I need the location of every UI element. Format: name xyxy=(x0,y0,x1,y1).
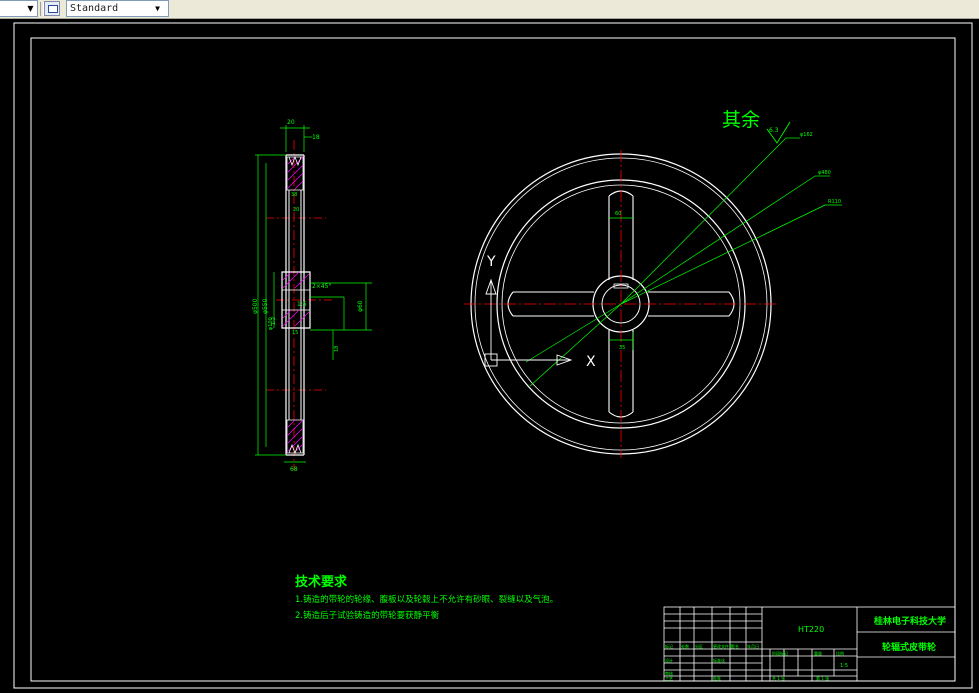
tb-date: 年月日 xyxy=(747,643,759,649)
tb-sheet-no: 第 1 张 xyxy=(816,675,829,681)
tb-weight: 重量 xyxy=(814,650,822,656)
text-style-icon[interactable] xyxy=(44,1,60,16)
dim-inner-width: 20 xyxy=(293,207,299,213)
ucs-x-label: X xyxy=(586,354,596,370)
dim-diameter-1: φ500 xyxy=(252,298,259,314)
dim-groove: 38 xyxy=(291,192,297,198)
section-view xyxy=(255,125,372,470)
tb-scale: 1:5 xyxy=(840,663,848,669)
dim-hub-dia: φ100 xyxy=(268,317,274,330)
section-dimension-text: 20 18 38 20 2×45° 1:5 1:2 15 φ60 18 φ500… xyxy=(252,119,364,473)
dim-bottom-width: 68 xyxy=(290,466,298,473)
tb-count: 处数 xyxy=(681,643,689,649)
tech-req-item-2: 2.铸造后子试验铸造的带轮要获静平衡 xyxy=(295,611,440,621)
material-label: HT220 xyxy=(798,625,824,634)
toolbar: ▼ Standard ▼ xyxy=(0,0,979,19)
hub-small-label: 35 xyxy=(619,345,625,351)
inner-frame xyxy=(30,37,956,682)
leader-label-1: φ162 xyxy=(800,132,813,138)
ucs-y-label: Y xyxy=(486,254,496,270)
dim-key-width: 18 xyxy=(334,346,340,352)
layer-dropdown[interactable]: ▼ xyxy=(0,0,38,17)
tb-zone: 分区 xyxy=(695,643,703,649)
roughness-label: 其余 xyxy=(722,109,760,131)
tb-mark: 标记 xyxy=(665,643,673,649)
dim-web-thickness: 15 xyxy=(292,330,298,336)
dropdown-arrow-icon[interactable]: ▼ xyxy=(153,4,162,13)
front-view xyxy=(464,137,842,458)
text-style-select[interactable]: Standard ▼ xyxy=(66,0,169,17)
roughness-symbol: 其余 6.3 xyxy=(722,109,791,144)
dim-hub-bore: φ60 xyxy=(357,300,364,312)
dim-diameter-2: φ550 xyxy=(262,298,269,314)
tb-designer: 设计 xyxy=(665,657,673,663)
tech-req-item-1: 1.铸造的带轮的轮缘、腹板以及轮毂上不允许有砂眼、裂缝以及气泡。 xyxy=(295,595,559,605)
tech-req-title: 技术要求 xyxy=(295,575,348,590)
tb-stage: 阶段标记 xyxy=(772,650,788,656)
tb-change: 更改文件号 xyxy=(713,643,733,649)
outer-frame xyxy=(13,22,973,689)
part-name: 轮辐式皮带轮 xyxy=(882,641,936,653)
dim-top-width: 20 xyxy=(287,119,295,126)
dim-slope: 1:5 xyxy=(297,301,307,308)
leader-label-2: φ480 xyxy=(818,170,831,176)
tb-standard: 标准化 xyxy=(713,657,725,663)
school-name: 桂林电子科技大学 xyxy=(873,615,946,627)
dim-hub-note: 2×45° xyxy=(312,283,331,290)
tb-sign: 签名 xyxy=(731,643,739,649)
dim-top-right: 18 xyxy=(312,134,320,141)
tb-scale-label: 比例 xyxy=(836,650,844,656)
tb-sheet-total: 共 1 张 xyxy=(772,675,785,681)
roughness-value: 6.3 xyxy=(769,127,779,134)
spoke-width-label: 60 xyxy=(615,211,621,217)
title-block-text: HT220 桂林电子科技大学 轮辐式皮带轮 标记 处数 分区 更改文件号 签名 … xyxy=(665,615,946,681)
dropdown-arrow-icon[interactable]: ▼ xyxy=(26,4,35,13)
text-style-value: Standard xyxy=(70,3,119,14)
tb-approve: 批准 xyxy=(713,675,721,681)
tb-process: 工艺 xyxy=(665,676,673,681)
leader-label-3: R110 xyxy=(828,199,841,205)
